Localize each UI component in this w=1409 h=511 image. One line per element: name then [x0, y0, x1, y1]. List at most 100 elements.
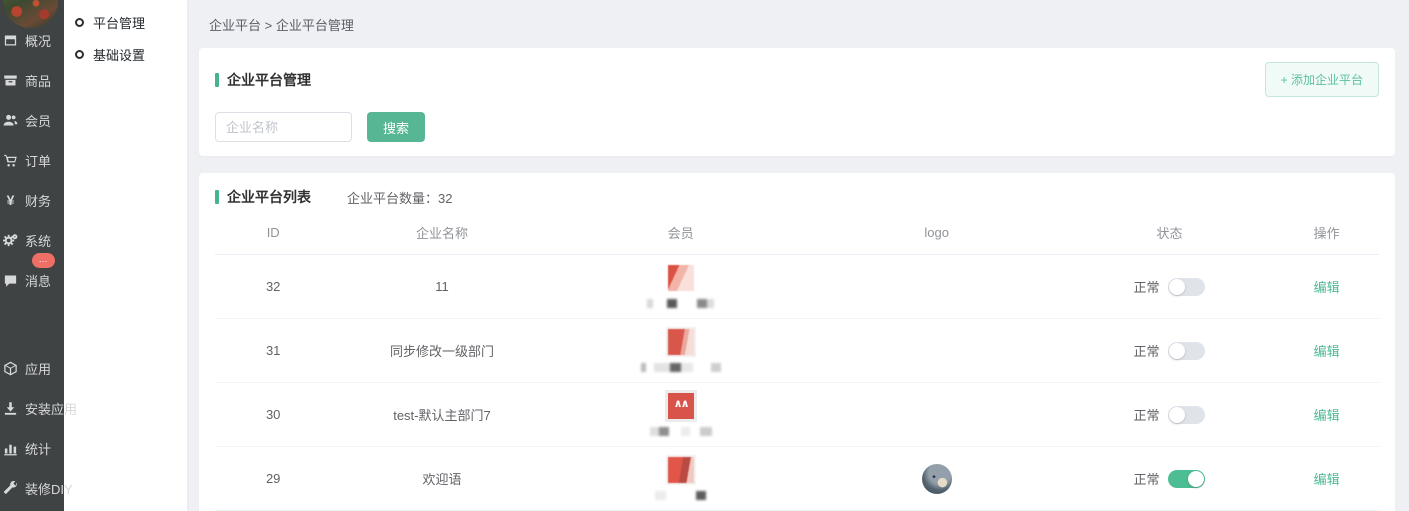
status-toggle[interactable] — [1168, 470, 1205, 488]
status-toggle[interactable] — [1168, 342, 1205, 360]
sidebar-item-orders[interactable]: 订单 — [0, 140, 64, 180]
stats-icon — [3, 441, 18, 456]
row-company-name: 欢迎语 — [331, 469, 552, 488]
row-id: 29 — [215, 471, 331, 486]
sidebar-item-messages[interactable]: 消息 … — [0, 260, 64, 300]
sidebar-item-diy[interactable]: 装修DIY — [0, 468, 64, 508]
header-status: 状态 — [1065, 223, 1275, 242]
row-company-name: test-默认主部门7 — [331, 405, 552, 424]
edit-link[interactable]: 编辑 — [1314, 344, 1340, 359]
status-toggle[interactable] — [1168, 278, 1205, 296]
sidebar-item-label: 安装应用 — [25, 399, 77, 418]
row-status: 正常 — [1065, 405, 1275, 424]
row-members — [553, 265, 809, 308]
row-id: 32 — [215, 279, 331, 294]
sidebar-item-install-apps[interactable]: 安装应用 — [0, 388, 64, 428]
sidebar-item-goods[interactable]: 商品 — [0, 60, 64, 100]
header-logo: logo — [809, 225, 1065, 240]
sidebar-item-finance[interactable]: ¥ 财务 — [0, 180, 64, 220]
status-toggle[interactable] — [1168, 406, 1205, 424]
sidebar-item-label: 消息 — [25, 271, 51, 290]
sidebar-item-label: 商品 — [25, 71, 51, 90]
main-sidebar: 概况 商品 会员 订单 ¥ 财务 — [0, 0, 64, 511]
sidebar-item-label: 订单 — [25, 151, 51, 170]
row-members — [553, 329, 809, 372]
title-accent-bar — [215, 73, 219, 87]
row-status: 正常 — [1065, 341, 1275, 360]
company-name-input[interactable] — [215, 112, 352, 142]
overview-icon — [3, 33, 18, 48]
app-root: 概况 商品 会员 订单 ¥ 财务 — [0, 0, 1409, 511]
row-members — [553, 393, 809, 436]
toggle-knob — [1169, 343, 1185, 359]
finance-icon: ¥ — [3, 193, 18, 208]
sidebar-item-stats[interactable]: 统计 — [0, 428, 64, 468]
system-icon — [3, 233, 18, 248]
table-header-row: ID 企业名称 会员 logo 状态 操作 — [215, 211, 1379, 255]
apps-icon — [3, 361, 18, 376]
status-label: 正常 — [1133, 469, 1159, 488]
submenu-item-basic-settings[interactable]: 基础设置 — [64, 38, 187, 70]
toggle-knob — [1188, 471, 1204, 487]
orders-icon — [3, 153, 18, 168]
row-status: 正常 — [1065, 469, 1275, 488]
message-badge: … — [32, 253, 55, 268]
member-blurred-text — [655, 491, 706, 500]
logo-image — [922, 464, 952, 494]
radio-circle-icon — [75, 50, 84, 59]
title-accent-bar — [215, 190, 219, 204]
sidebar-item-label: 应用 — [25, 359, 51, 378]
submenu-item-label: 基础设置 — [93, 45, 145, 64]
edit-link[interactable]: 编辑 — [1314, 472, 1340, 487]
members-icon — [3, 113, 18, 128]
toggle-knob — [1169, 407, 1185, 423]
member-blurred-text — [647, 299, 714, 308]
sidebar-item-overview[interactable]: 概况 — [0, 20, 64, 60]
status-label: 正常 — [1133, 341, 1159, 360]
submenu-item-platform-management[interactable]: 平台管理 — [64, 6, 187, 38]
header-id: ID — [215, 225, 331, 240]
table-row: 32 11 正常 编辑 — [215, 255, 1379, 319]
member-blurred-text — [650, 427, 712, 436]
platform-table: ID 企业名称 会员 logo 状态 操作 32 11 正 — [215, 211, 1379, 511]
row-members — [553, 457, 809, 500]
member-avatar — [668, 457, 694, 483]
header-actions: 操作 — [1274, 223, 1379, 242]
status-label: 正常 — [1133, 277, 1159, 296]
sidebar-item-apps[interactable]: 应用 — [0, 348, 64, 388]
status-label: 正常 — [1133, 405, 1159, 424]
diy-icon — [3, 481, 18, 496]
breadcrumb: 企业平台 > 企业平台管理 — [199, 0, 1395, 48]
member-avatar — [668, 393, 694, 419]
toggle-knob — [1169, 279, 1185, 295]
radio-circle-icon — [75, 18, 84, 27]
edit-link[interactable]: 编辑 — [1314, 408, 1340, 423]
sidebar-item-members[interactable]: 会员 — [0, 100, 64, 140]
row-status: 正常 — [1065, 277, 1275, 296]
sidebar-item-label: 会员 — [25, 111, 51, 130]
main-content: 企业平台 > 企业平台管理 企业平台管理 + 添加企业平台 搜索 企业平台列表 — [187, 0, 1409, 511]
row-company-name: 11 — [331, 279, 552, 294]
sidebar-item-label: 装修DIY — [25, 479, 73, 498]
header-members: 会员 — [553, 223, 809, 242]
add-platform-button[interactable]: + 添加企业平台 — [1265, 62, 1379, 97]
install-icon — [3, 401, 18, 416]
sidebar-item-label: 财务 — [25, 191, 51, 210]
member-blurred-text — [641, 363, 721, 372]
sidebar-item-label: 系统 — [25, 231, 51, 250]
header-company-name: 企业名称 — [331, 223, 552, 242]
table-row: 29 欢迎语 正常 编辑 — [215, 447, 1379, 511]
platform-list-card: 企业平台列表 企业平台数量：32 ID 企业名称 会员 logo 状态 操作 3… — [199, 173, 1395, 511]
message-icon — [3, 273, 18, 288]
member-avatar — [668, 265, 694, 291]
goods-icon — [3, 73, 18, 88]
platform-management-card: 企业平台管理 + 添加企业平台 搜索 — [199, 48, 1395, 156]
edit-link[interactable]: 编辑 — [1314, 280, 1340, 295]
sidebar-item-label: 统计 — [25, 439, 51, 458]
sidebar-item-system[interactable]: 系统 — [0, 220, 64, 260]
card-title: 企业平台管理 — [227, 70, 311, 90]
row-id: 31 — [215, 343, 331, 358]
card-title: 企业平台列表 — [227, 187, 311, 207]
table-row: 31 同步修改一级部门 正常 编辑 — [215, 319, 1379, 383]
search-button[interactable]: 搜索 — [367, 112, 425, 142]
